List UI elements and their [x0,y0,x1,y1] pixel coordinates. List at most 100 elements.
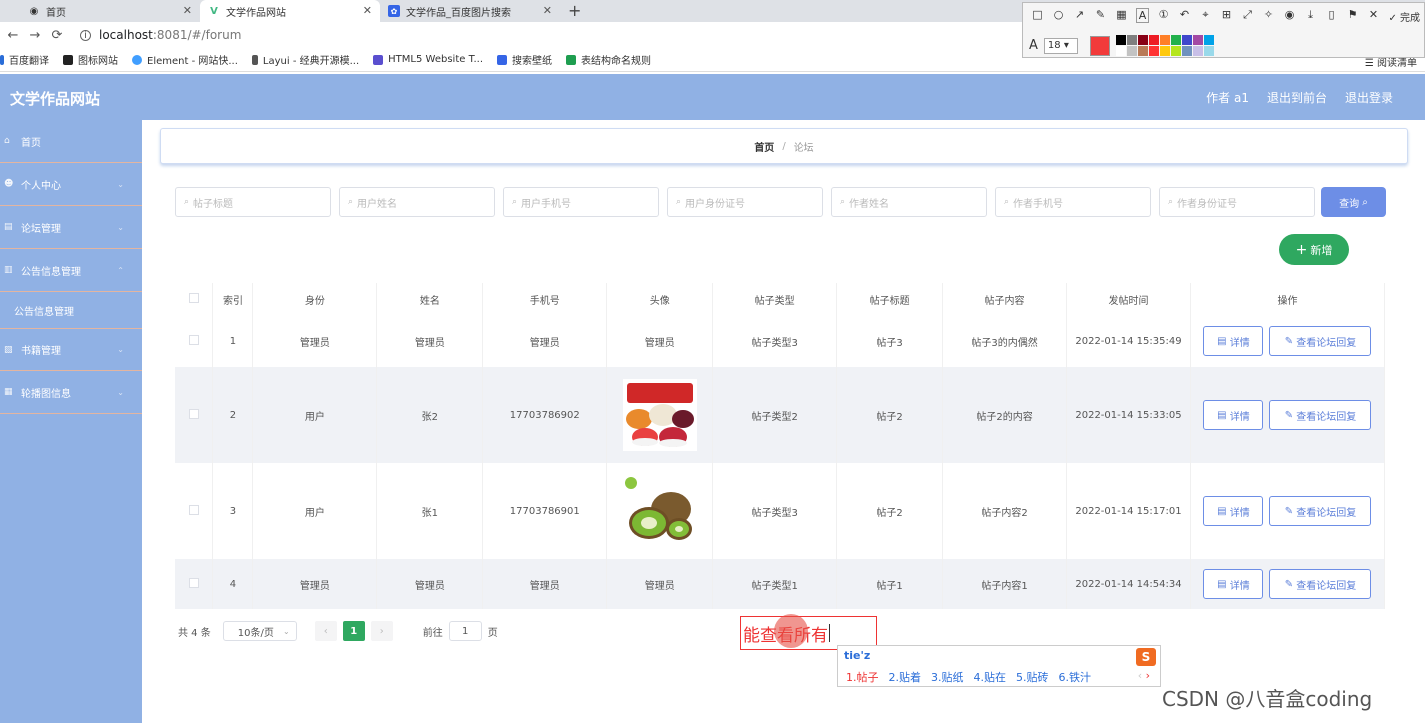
translate-icon[interactable]: ⤢ [1241,8,1254,23]
row-checkbox[interactable] [175,367,214,463]
color-swatch[interactable] [1159,35,1170,45]
select-all-checkbox[interactable] [175,283,214,315]
color-palette[interactable] [1115,35,1214,56]
current-color-swatch[interactable] [1089,35,1110,56]
next-page-button[interactable]: › [370,621,393,641]
post-title-input[interactable]: ⌕ 帖子标题 [175,187,331,217]
color-swatch[interactable] [1126,35,1137,45]
sidebar-item-notice[interactable]: ▥ 公告信息管理 ⌃ [0,249,142,292]
color-swatch[interactable] [1148,46,1159,56]
bookmark-item[interactable]: HTML5 Website T... [373,54,483,65]
color-swatch[interactable] [1170,46,1181,56]
view-replies-button[interactable]: ✎ 查看论坛回复 [1269,496,1372,526]
sidebar-item-home[interactable]: ⌂ 首页 [0,120,142,163]
ime-candidate[interactable]: 3.贴纸 [931,669,964,685]
ime-candidate[interactable]: 5.贴砖 [1016,669,1049,685]
detail-button[interactable]: ▤ 详情 [1203,569,1264,599]
detail-button[interactable]: ▤ 详情 [1203,400,1264,430]
sidebar-item-carousel[interactable]: ▦ 轮播图信息 ⌄ [0,371,142,414]
url-field[interactable]: i localhost:8081/#/forum [80,28,241,42]
color-swatch[interactable] [1126,46,1137,56]
color-swatch[interactable] [1203,35,1214,45]
back-to-front-link[interactable]: 退出到前台 [1267,89,1327,106]
ime-candidate[interactable]: 1.帖子 [846,669,879,685]
save-icon[interactable]: ▯ [1325,8,1338,23]
pen-icon[interactable]: ✎ [1094,8,1107,23]
logout-link[interactable]: 退出登录 [1345,89,1393,106]
color-swatch[interactable] [1137,46,1148,56]
mosaic-icon[interactable]: ▦ [1115,8,1128,23]
query-button[interactable]: 查询 ⌕ [1321,187,1386,217]
rectangle-icon[interactable]: □ [1031,8,1044,23]
user-name-input[interactable]: ⌕ 用户姓名 [339,187,495,217]
download-icon[interactable]: ⤓ [1304,8,1317,23]
author-id-input[interactable]: ⌕ 作者身份证号 [1159,187,1315,217]
ime-candidate[interactable]: 4.贴在 [974,669,1007,685]
number-icon[interactable]: ① [1157,8,1170,23]
tab-baidu[interactable]: ✿ 文学作品_百度图片搜索 ✕ [380,0,560,22]
color-swatch[interactable] [1192,35,1203,45]
goto-page-input[interactable]: 1 [448,621,482,641]
bookmark-icon[interactable]: ⚑ [1346,8,1359,23]
reload-icon[interactable]: ⟳ [48,28,66,43]
color-swatch[interactable] [1115,46,1126,56]
prev-page-button[interactable]: ‹ [314,621,337,641]
breadcrumb-home[interactable]: 首页 [754,139,774,154]
record-icon[interactable]: ◉ [1283,8,1296,23]
close-icon[interactable]: ✕ [543,4,552,17]
color-swatch[interactable] [1159,46,1170,56]
color-swatch[interactable] [1203,46,1214,56]
color-swatch[interactable] [1148,35,1159,45]
done-button[interactable]: ✓ 完成 [1388,9,1420,24]
bookmark-item[interactable]: 表结构命名规则 [566,52,651,67]
close-icon[interactable]: ✕ [363,4,372,17]
ellipse-icon[interactable]: ○ [1052,8,1065,23]
bookmark-item[interactable]: Element - 网站快... [132,52,238,67]
font-size-select[interactable]: 18 ▾ [1043,37,1078,54]
tab-site[interactable]: V 文学作品网站 ✕ [200,0,380,22]
color-swatch[interactable] [1137,35,1148,45]
row-checkbox[interactable] [175,463,214,559]
bookmark-item[interactable]: 百度翻译 [0,52,49,67]
view-replies-button[interactable]: ✎ 查看论坛回复 [1269,326,1372,356]
pin-icon[interactable]: ⌖ [1199,8,1212,23]
user-id-input[interactable]: ⌕ 用户身份证号 [667,187,823,217]
ime-next-page-icon[interactable]: ‹ › [1138,669,1150,682]
user-phone-input[interactable]: ⌕ 用户手机号 [503,187,659,217]
sidebar-item-books[interactable]: ▧ 书籍管理 ⌄ [0,328,142,371]
text-icon[interactable]: A [1136,8,1149,23]
ime-candidate[interactable]: 2.贴着 [889,669,922,685]
detail-button[interactable]: ▤ 详情 [1203,496,1264,526]
page-size-select[interactable]: 10条/页 ⌄ [222,621,297,641]
color-swatch[interactable] [1115,35,1126,45]
new-tab-icon[interactable]: + [568,1,581,20]
author-phone-input[interactable]: ⌕ 作者手机号 [995,187,1151,217]
view-replies-button[interactable]: ✎ 查看论坛回复 [1269,400,1372,430]
sidebar-item-forum[interactable]: ▤ 论坛管理 ⌄ [0,206,142,249]
page-number-button[interactable]: 1 [342,621,365,641]
arrow-icon[interactable]: ↗ [1073,8,1086,23]
back-icon[interactable]: ← [4,28,22,43]
ocr-icon[interactable]: ⊞ [1220,8,1233,23]
color-swatch[interactable] [1181,46,1192,56]
view-replies-button[interactable]: ✎ 查看论坛回复 [1269,569,1372,599]
close-icon[interactable]: ✕ [183,4,192,17]
detail-button[interactable]: ▤ 详情 [1203,326,1264,356]
undo-icon[interactable]: ↶ [1178,8,1191,23]
bookmark-item[interactable]: Layui - 经典开源模... [251,52,359,67]
bookmark-item[interactable]: 搜索壁纸 [497,52,552,67]
color-swatch[interactable] [1170,35,1181,45]
bookmark-item[interactable]: 图标网站 [63,52,118,67]
sidebar-subitem-notice[interactable]: 公告信息管理 [0,292,142,328]
sidebar-item-profile[interactable]: ☻ 个人中心 ⌄ [0,163,142,206]
forward-icon[interactable]: → [26,28,44,43]
cancel-icon[interactable]: ✕ [1367,8,1380,23]
magic-icon[interactable]: ✧ [1262,8,1275,23]
color-swatch[interactable] [1192,46,1203,56]
tab-home[interactable]: ◉ 首页 ✕ [20,0,200,22]
color-swatch[interactable] [1181,35,1192,45]
row-checkbox[interactable] [175,559,214,609]
row-checkbox[interactable] [175,315,214,367]
ime-candidate[interactable]: 6.铁汁 [1059,669,1092,685]
add-button[interactable]: + 新增 [1279,234,1349,265]
